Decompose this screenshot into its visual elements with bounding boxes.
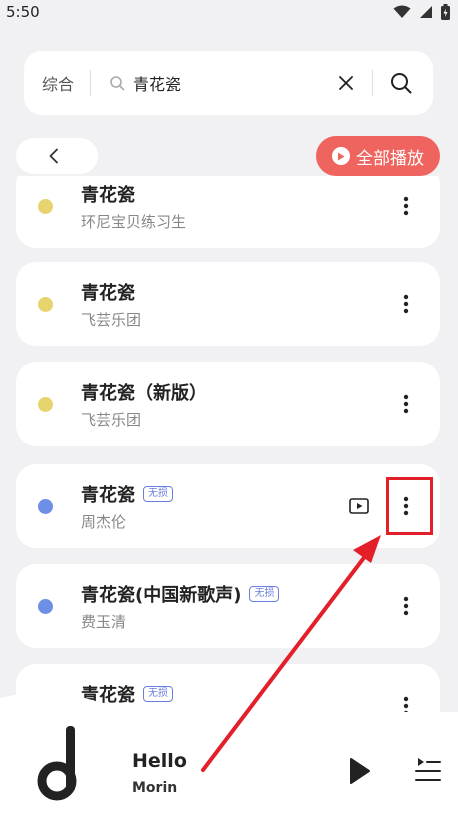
more-vertical-icon xyxy=(403,394,409,414)
playlist-icon[interactable] xyxy=(412,756,442,784)
clear-search-button[interactable] xyxy=(326,63,366,103)
quality-dot xyxy=(38,199,53,214)
more-options-button[interactable] xyxy=(390,288,422,320)
player-artist: Morin xyxy=(132,780,178,796)
play-all-button[interactable]: 全部播放 xyxy=(316,136,440,176)
song-title: 青花瓷 xyxy=(81,485,135,506)
close-icon xyxy=(339,76,353,90)
song-artist: 周杰伦 xyxy=(81,513,127,531)
song-title-row: 青花瓷(中国新歌声) 无损 xyxy=(81,581,280,607)
song-row[interactable]: 青花瓷 飞芸乐团 xyxy=(16,262,440,346)
play-all-label: 全部播放 xyxy=(356,148,424,169)
song-title: 青花瓷（新版） xyxy=(81,383,207,404)
play-circle-icon xyxy=(332,147,350,165)
more-options-button[interactable] xyxy=(390,490,422,522)
chevron-left-icon xyxy=(49,148,58,164)
more-vertical-icon xyxy=(403,294,409,314)
wifi-icon xyxy=(393,5,411,18)
song-title-row: 青花瓷 xyxy=(81,279,135,305)
song-artist: 飞芸乐团 xyxy=(81,311,142,329)
play-icon[interactable] xyxy=(345,756,373,786)
lossless-badge: 无损 xyxy=(143,486,173,502)
more-vertical-icon xyxy=(403,496,409,516)
song-row[interactable]: 青花瓷 环尼宝贝练习生 xyxy=(16,176,440,248)
quality-dot xyxy=(38,297,53,312)
quality-dot xyxy=(38,599,53,614)
search-divider-2 xyxy=(372,70,373,96)
song-title: 青花瓷 xyxy=(81,283,135,304)
search-input[interactable]: 青花瓷 xyxy=(91,71,326,95)
song-artist: 飞芸乐团 xyxy=(81,411,142,429)
search-category[interactable]: 综合 xyxy=(24,71,90,95)
search-button[interactable] xyxy=(379,61,423,105)
quality-dot xyxy=(38,499,53,514)
song-title: 青花瓷(中国新歌声) xyxy=(81,585,242,606)
song-title-row: 青花瓷（新版） xyxy=(81,379,207,405)
status-icons xyxy=(393,4,450,20)
more-options-button[interactable] xyxy=(390,388,422,420)
mv-play-icon[interactable] xyxy=(348,495,370,517)
album-art-icon xyxy=(37,726,77,801)
back-button[interactable] xyxy=(16,138,98,174)
more-options-button[interactable] xyxy=(390,190,422,222)
song-title-row: 青花瓷 xyxy=(81,181,135,207)
search-small-icon xyxy=(110,76,125,91)
player-wave-decoration xyxy=(0,693,180,720)
song-row[interactable]: 青花瓷（新版） 飞芸乐团 xyxy=(16,362,440,446)
song-title: 青花瓷 xyxy=(81,185,135,206)
song-list: 青花瓷 环尼宝贝练习生 青花瓷 飞芸乐团 青花瓷（新版） 飞芸乐团 青花瓷 无损… xyxy=(0,176,458,716)
more-vertical-icon xyxy=(403,596,409,616)
signal-icon xyxy=(420,6,432,18)
song-row[interactable]: 青花瓷(中国新歌声) 无损 费玉清 xyxy=(16,564,440,648)
search-bar: 综合 青花瓷 xyxy=(24,51,433,115)
song-row[interactable]: 青花瓷 无损 周杰伦 xyxy=(16,464,440,548)
player-song-title: Hello xyxy=(132,750,187,772)
mini-player[interactable]: Hello Morin xyxy=(0,693,458,820)
song-title-row: 青花瓷 无损 xyxy=(81,481,173,507)
more-vertical-icon xyxy=(403,196,409,216)
search-query: 青花瓷 xyxy=(133,75,182,94)
more-options-button[interactable] xyxy=(390,590,422,622)
song-artist: 费玉清 xyxy=(81,613,127,631)
quality-dot xyxy=(38,397,53,412)
song-artist: 环尼宝贝练习生 xyxy=(81,213,187,231)
search-icon xyxy=(391,73,412,94)
battery-icon xyxy=(441,4,450,20)
status-bar: 5:50 xyxy=(0,0,458,24)
status-time: 5:50 xyxy=(6,3,40,21)
lossless-badge: 无损 xyxy=(249,586,280,602)
